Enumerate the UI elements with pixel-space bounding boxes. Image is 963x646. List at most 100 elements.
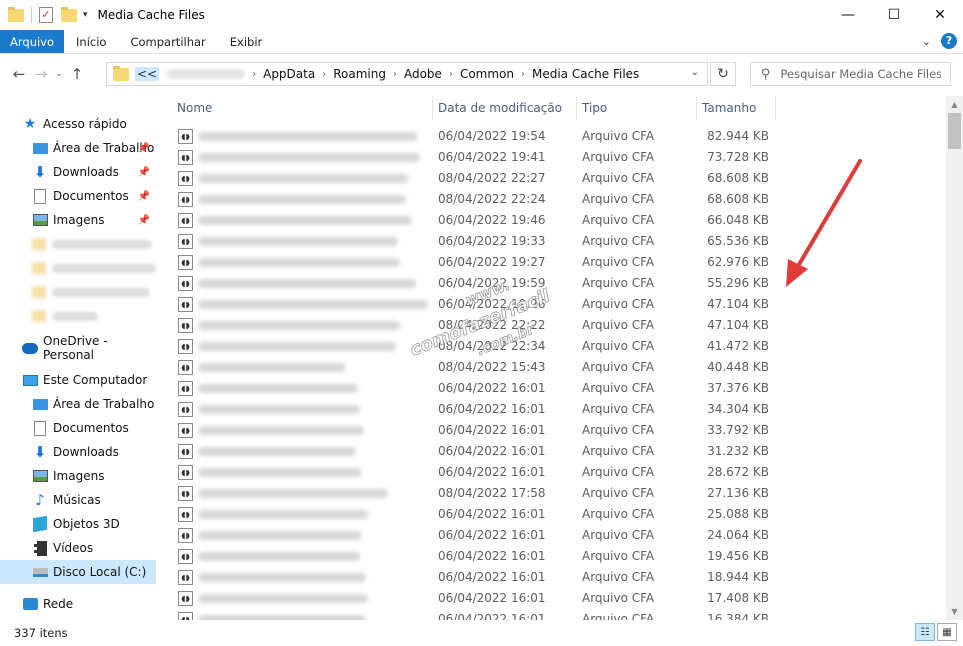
column-divider[interactable] [432, 96, 433, 120]
up-arrow-icon[interactable]: ↑ [66, 65, 88, 83]
column-header-size[interactable]: Tamanho [702, 96, 756, 120]
pin-icon[interactable]: 📌 [138, 215, 150, 226]
pin-icon[interactable]: 📌 [138, 191, 150, 202]
column-header-name[interactable]: Nome [177, 96, 212, 120]
breadcrumb-separator-icon[interactable]: › [521, 69, 525, 80]
file-name-blurred[interactable] [198, 489, 388, 498]
sidebar-item-quick-downloads[interactable]: ⬇ Downloads 📌 [0, 160, 156, 184]
properties-icon[interactable]: ✓ [39, 7, 53, 23]
table-row[interactable]: ◖◗ 06/04/2022 16:01 Arquivo CFA 33.792 KB [160, 420, 946, 441]
close-button[interactable]: ✕ [917, 0, 963, 30]
file-name-blurred[interactable] [198, 258, 400, 267]
sidebar-item-pc-3d-objects[interactable]: Objetos 3D [0, 512, 156, 536]
column-divider[interactable] [696, 96, 697, 120]
file-name-blurred[interactable] [198, 531, 362, 540]
table-row[interactable]: ◖◗ 06/04/2022 19:26 Arquivo CFA 47.104 KB [160, 294, 946, 315]
table-row[interactable]: ◖◗ 06/04/2022 16:01 Arquivo CFA 28.672 KB [160, 462, 946, 483]
tab-file[interactable]: Arquivo [0, 30, 65, 53]
table-row[interactable]: ◖◗ 08/04/2022 17:58 Arquivo CFA 27.136 KB [160, 483, 946, 504]
file-name-blurred[interactable] [198, 573, 366, 582]
column-divider[interactable] [576, 96, 577, 120]
details-view-icon[interactable]: ☷ [915, 623, 935, 641]
file-name-blurred[interactable] [198, 405, 360, 414]
customize-toolbar-dropdown[interactable]: ▾ [83, 10, 88, 20]
breadcrumb-separator-icon[interactable]: › [322, 69, 326, 80]
table-row[interactable]: ◖◗ 06/04/2022 19:46 Arquivo CFA 66.048 KB [160, 210, 946, 231]
file-name-blurred[interactable] [198, 195, 406, 204]
file-name-blurred[interactable] [198, 174, 408, 183]
file-name-blurred[interactable] [198, 300, 428, 309]
file-name-blurred[interactable] [198, 594, 368, 603]
sidebar-item-quick-desktop[interactable]: Área de Trabalho 📌 [0, 136, 156, 160]
column-header-type[interactable]: Tipo [582, 96, 607, 120]
file-name-blurred[interactable] [198, 363, 346, 372]
breadcrumb-common[interactable]: Common [460, 67, 514, 81]
breadcrumb-overflow[interactable]: << [135, 67, 160, 81]
file-name-blurred[interactable] [198, 510, 368, 519]
sidebar-item-blurred[interactable] [32, 261, 156, 275]
table-row[interactable]: ◖◗ 06/04/2022 19:41 Arquivo CFA 73.728 KB [160, 147, 946, 168]
breadcrumb-separator-icon[interactable]: › [393, 69, 397, 80]
file-name-blurred[interactable] [198, 342, 396, 351]
sidebar-item-pc-videos[interactable]: Vídeos [0, 536, 156, 560]
sidebar-item-pc-documents[interactable]: Documentos [0, 416, 156, 440]
forward-arrow-icon[interactable]: → [30, 65, 52, 83]
sidebar-item-network[interactable]: Rede [0, 592, 156, 616]
sidebar-item-quick-access[interactable]: ★ Acesso rápido [0, 112, 156, 136]
sidebar-item-quick-documents[interactable]: Documentos 📌 [0, 184, 156, 208]
breadcrumb-adobe[interactable]: Adobe [404, 67, 442, 81]
address-bar[interactable]: << › AppData › Roaming › Adobe › Common … [106, 62, 708, 86]
maximize-button[interactable]: ☐ [871, 0, 917, 30]
file-name-blurred[interactable] [198, 216, 412, 225]
sidebar-item-pc-downloads[interactable]: ⬇ Downloads [0, 440, 156, 464]
file-name-blurred[interactable] [198, 237, 398, 246]
table-row[interactable]: ◖◗ 08/04/2022 22:34 Arquivo CFA 41.472 KB [160, 336, 946, 357]
tab-home[interactable]: Início [64, 30, 118, 53]
column-divider[interactable] [775, 96, 776, 120]
address-dropdown-chevron-icon[interactable]: ⌄ [691, 67, 699, 78]
file-name-blurred[interactable] [198, 552, 360, 561]
file-name-blurred[interactable] [198, 153, 420, 162]
breadcrumb-media-cache-files[interactable]: Media Cache Files [532, 67, 639, 81]
file-name-blurred[interactable] [198, 321, 400, 330]
expand-ribbon-chevron-icon[interactable]: ⌄ [922, 35, 931, 48]
file-name-blurred[interactable] [198, 447, 356, 456]
file-name-blurred[interactable] [198, 384, 358, 393]
table-row[interactable]: ◖◗ 06/04/2022 19:27 Arquivo CFA 62.976 KB [160, 252, 946, 273]
sidebar-item-pc-music[interactable]: ♪ Músicas [0, 488, 156, 512]
table-row[interactable]: ◖◗ 06/04/2022 16:01 Arquivo CFA 16.384 KB [160, 609, 946, 620]
breadcrumb-separator-icon[interactable]: › [449, 69, 453, 80]
table-row[interactable]: ◖◗ 06/04/2022 19:54 Arquivo CFA 82.944 KB [160, 126, 946, 147]
table-row[interactable]: ◖◗ 08/04/2022 22:22 Arquivo CFA 47.104 KB [160, 315, 946, 336]
recent-locations-chevron-icon[interactable]: ⌄ [52, 69, 66, 79]
table-row[interactable]: ◖◗ 06/04/2022 16:01 Arquivo CFA 34.304 KB [160, 399, 946, 420]
file-name-blurred[interactable] [198, 279, 416, 288]
table-row[interactable]: ◖◗ 06/04/2022 19:33 Arquivo CFA 65.536 KB [160, 231, 946, 252]
file-name-blurred[interactable] [198, 468, 362, 477]
column-header-date[interactable]: Data de modificação [438, 96, 562, 120]
table-row[interactable]: ◖◗ 06/04/2022 16:01 Arquivo CFA 25.088 KB [160, 504, 946, 525]
sidebar-item-blurred[interactable] [32, 285, 150, 299]
scroll-down-arrow-icon[interactable]: ▼ [946, 603, 963, 620]
file-name-blurred[interactable] [198, 426, 364, 435]
breadcrumb-user-blurred[interactable] [167, 69, 246, 79]
sidebar-item-pc-images[interactable]: Imagens [0, 464, 156, 488]
sidebar-item-pc-desktop[interactable]: Área de Trabalho [0, 392, 156, 416]
table-row[interactable]: ◖◗ 08/04/2022 22:24 Arquivo CFA 68.608 KB [160, 189, 946, 210]
tab-share[interactable]: Compartilhar [118, 30, 217, 53]
table-row[interactable]: ◖◗ 06/04/2022 19:59 Arquivo CFA 55.296 KB [160, 273, 946, 294]
tab-view[interactable]: Exibir [218, 30, 275, 53]
table-row[interactable]: ◖◗ 06/04/2022 16:01 Arquivo CFA 17.408 KB [160, 588, 946, 609]
scroll-up-arrow-icon[interactable]: ▲ [946, 96, 963, 113]
help-icon[interactable]: ? [941, 33, 957, 49]
vertical-scrollbar[interactable]: ▲ ▼ [946, 96, 963, 620]
sidebar-item-this-pc[interactable]: Este Computador [0, 368, 156, 392]
large-icons-view-icon[interactable]: ▦ [937, 623, 957, 641]
table-row[interactable]: ◖◗ 06/04/2022 16:01 Arquivo CFA 19.456 KB [160, 546, 946, 567]
table-row[interactable]: ◖◗ 06/04/2022 16:01 Arquivo CFA 24.064 KB [160, 525, 946, 546]
sidebar-item-blurred[interactable] [32, 309, 98, 323]
sidebar-item-onedrive[interactable]: OneDrive - Personal [0, 334, 156, 362]
refresh-button[interactable]: ↻ [710, 62, 736, 86]
pin-icon[interactable]: 📌 [138, 167, 150, 178]
table-row[interactable]: ◖◗ 06/04/2022 16:01 Arquivo CFA 37.376 KB [160, 378, 946, 399]
